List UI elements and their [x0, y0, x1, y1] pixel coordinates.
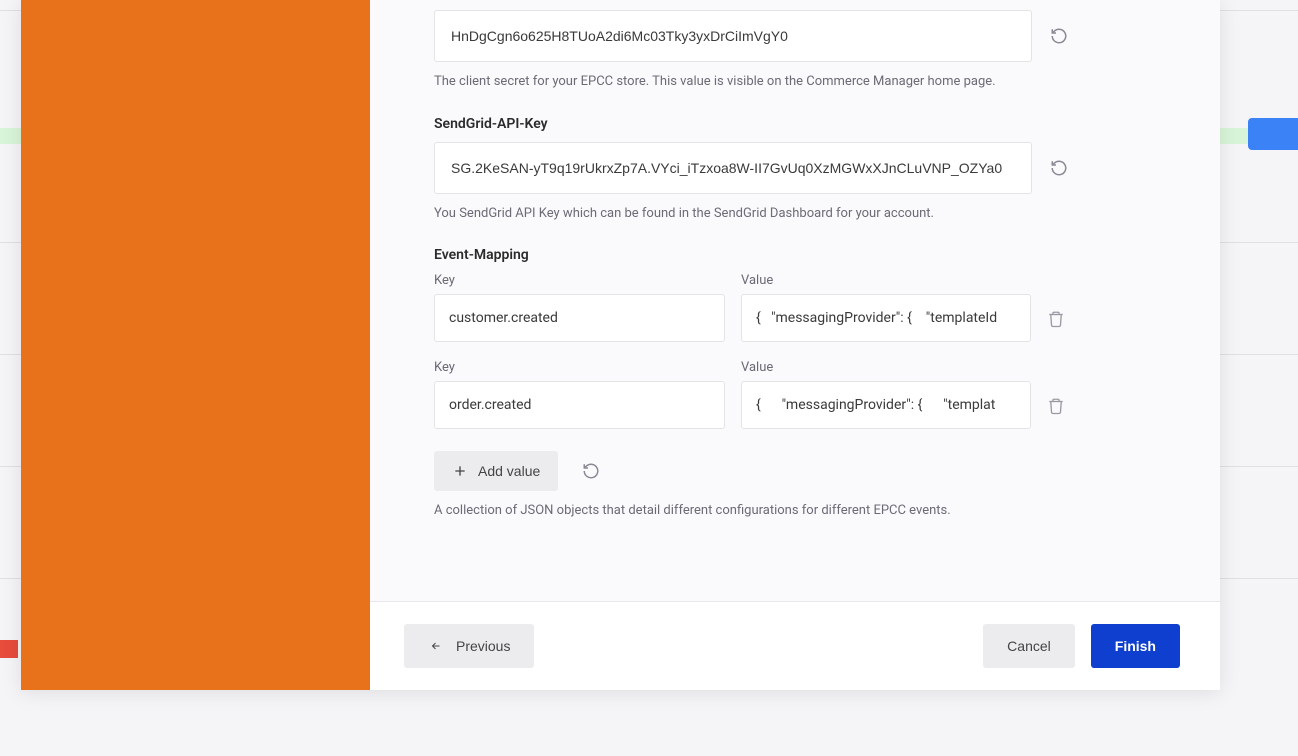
- configuration-modal: The client secret for your EPCC store. T…: [21, 0, 1220, 690]
- event-mapping-value-input[interactable]: [741, 381, 1031, 429]
- bg-decoration: [1248, 118, 1298, 150]
- modal-footer: Previous Cancel Finish: [370, 601, 1220, 690]
- client-secret-input[interactable]: [434, 10, 1032, 62]
- client-secret-helper: The client secret for your EPCC store. T…: [434, 72, 1156, 92]
- sendgrid-api-key-input[interactable]: [434, 142, 1032, 194]
- kv-key-label: Key: [434, 273, 725, 288]
- kv-key-label: Key: [434, 360, 725, 375]
- previous-button[interactable]: Previous: [404, 624, 534, 668]
- event-mapping-key-input[interactable]: [434, 294, 725, 342]
- event-mapping-helper: A collection of JSON objects that detail…: [434, 501, 1156, 521]
- sendgrid-api-key-label: SendGrid-API-Key: [434, 116, 1156, 132]
- revert-icon[interactable]: [1050, 27, 1068, 45]
- bg-decoration: [0, 640, 18, 658]
- event-mapping-label: Event-Mapping: [434, 247, 1156, 263]
- revert-icon[interactable]: [582, 462, 600, 480]
- plus-icon: [452, 463, 468, 479]
- cancel-button[interactable]: Cancel: [983, 624, 1075, 668]
- trash-icon[interactable]: [1047, 396, 1065, 416]
- field-sendgrid-api-key: SendGrid-API-Key You SendGrid API Key wh…: [434, 116, 1156, 224]
- add-value-label: Add value: [478, 463, 540, 479]
- cancel-label: Cancel: [1007, 638, 1051, 654]
- kv-value-label: Value: [741, 273, 1031, 288]
- trash-icon[interactable]: [1047, 309, 1065, 329]
- sendgrid-api-key-helper: You SendGrid API Key which can be found …: [434, 204, 1156, 224]
- modal-content: The client secret for your EPCC store. T…: [370, 0, 1220, 601]
- modal-sidebar: [21, 0, 370, 690]
- finish-label: Finish: [1115, 638, 1156, 654]
- event-mapping-key-input[interactable]: [434, 381, 725, 429]
- field-event-mapping: Event-Mapping Key Value: [434, 247, 1156, 521]
- finish-button[interactable]: Finish: [1091, 624, 1180, 668]
- previous-label: Previous: [456, 638, 510, 654]
- modal-main: The client secret for your EPCC store. T…: [370, 0, 1220, 690]
- revert-icon[interactable]: [1050, 159, 1068, 177]
- add-value-button[interactable]: Add value: [434, 451, 558, 491]
- event-mapping-row: Key Value: [434, 273, 1156, 342]
- event-mapping-row: Key Value: [434, 360, 1156, 429]
- kv-value-label: Value: [741, 360, 1031, 375]
- field-client-secret: The client secret for your EPCC store. T…: [434, 10, 1156, 92]
- arrow-left-icon: [428, 640, 444, 652]
- event-mapping-value-input[interactable]: [741, 294, 1031, 342]
